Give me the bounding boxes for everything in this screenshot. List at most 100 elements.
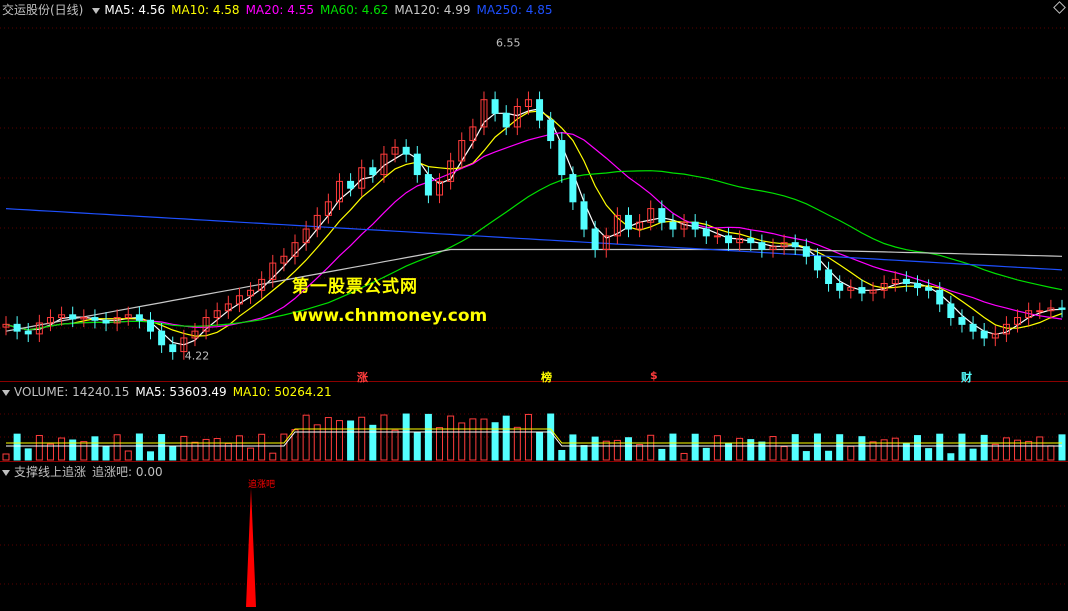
volume-bar [213, 438, 221, 461]
candle-body [558, 140, 566, 176]
volume-bar [335, 420, 343, 461]
candle-body [591, 228, 599, 250]
candle-body [536, 99, 544, 121]
volume-bar [158, 434, 166, 461]
volume-bar [2, 453, 10, 461]
volume-bar [180, 435, 188, 461]
watermark-title: 第一股票公式网 [292, 277, 418, 297]
volume-bar [191, 441, 199, 461]
volume-bar [802, 451, 810, 461]
volume-bar [602, 440, 610, 461]
candle-body [902, 278, 910, 284]
candle-body [713, 235, 721, 238]
volume-bar [235, 435, 243, 461]
volume-bar [647, 434, 655, 461]
candle-body [569, 174, 577, 203]
volume-bar [925, 448, 933, 461]
candle-body [858, 287, 866, 294]
volume-bar [891, 437, 899, 461]
candle-body [947, 303, 955, 319]
candle-body [102, 319, 110, 324]
volume-bar [58, 437, 66, 461]
candle-body [424, 174, 432, 196]
ma5-line [5, 108, 1063, 346]
volume-bar [758, 441, 766, 461]
volume-bar [547, 413, 555, 461]
high-price-label: 6.55 [496, 36, 521, 49]
candle-body [24, 330, 32, 335]
volume-bar [13, 433, 21, 461]
volume-bar [1058, 434, 1066, 461]
candle-body [791, 242, 799, 248]
volume-bar [24, 448, 32, 461]
candle-body [747, 238, 755, 244]
volume-bar [46, 443, 54, 461]
candle-body [936, 289, 944, 305]
volume-bar [469, 418, 477, 461]
event-marker-zhang[interactable]: 涨 [357, 369, 368, 385]
volume-bar [147, 451, 155, 461]
volume-bar [624, 437, 632, 461]
volume-bar [313, 424, 321, 461]
event-marker-bang[interactable]: 榜 [541, 369, 552, 385]
volume-bar [269, 452, 277, 461]
candle-body [758, 242, 766, 250]
event-marker-cai[interactable]: 财 [961, 369, 972, 385]
volume-bar [369, 424, 377, 461]
volume-bar [591, 436, 599, 461]
volume-bar [580, 445, 588, 461]
candle-body [369, 167, 377, 176]
volume-bar [869, 441, 877, 461]
watermark-url: www.chnmoney.com [292, 306, 488, 326]
candle-body [913, 283, 921, 289]
candle-body [147, 319, 155, 332]
volume-bar [247, 447, 255, 461]
volume-bar [113, 434, 121, 461]
candle-body [725, 235, 733, 244]
event-marker-dollar[interactable]: $ [650, 369, 658, 382]
candle-body [502, 112, 510, 128]
volume-bar [1036, 436, 1044, 461]
kline-chart[interactable]: 6.55 4.22 追涨吧 [0, 0, 1068, 611]
candle-body [825, 269, 833, 284]
volume-bar [302, 414, 310, 461]
volume-bar [402, 413, 410, 461]
low-price-label: 4.22 [185, 350, 210, 363]
volume-bar [102, 445, 110, 461]
candle-body [802, 246, 810, 257]
candle-body [702, 228, 710, 237]
candle-body [135, 314, 143, 321]
candle-body [13, 323, 21, 332]
volume-bar [769, 436, 777, 461]
volume-bar [858, 436, 866, 461]
candle-body [1036, 310, 1044, 313]
candle-body [491, 99, 499, 114]
candle-body [969, 323, 977, 332]
candle-body [925, 287, 933, 291]
volume-bar [969, 448, 977, 461]
volume-bar [791, 434, 799, 461]
candle-body [169, 344, 177, 353]
volume-bar [80, 441, 88, 461]
volume-bar [836, 434, 844, 461]
volume-bar [1002, 437, 1010, 461]
volume-bar [813, 433, 821, 461]
volume-bar [35, 434, 43, 461]
candle-body [158, 330, 166, 346]
volume-bar [358, 416, 366, 461]
volume-bar [636, 444, 644, 461]
ma60-line [5, 170, 1063, 331]
volume-bar [958, 433, 966, 461]
volume-bar [502, 415, 510, 461]
volume-bar [913, 435, 921, 461]
candle-body [813, 255, 821, 271]
volume-bar [1025, 440, 1033, 461]
volume-bar [447, 415, 455, 461]
candle-body [624, 214, 632, 230]
volume-bar [691, 433, 699, 461]
volume-bar [980, 434, 988, 461]
volume-bar [825, 450, 833, 461]
volume-bar [847, 445, 855, 461]
indicator-spike-label: 追涨吧 [248, 478, 275, 490]
volume-bar [280, 433, 288, 461]
